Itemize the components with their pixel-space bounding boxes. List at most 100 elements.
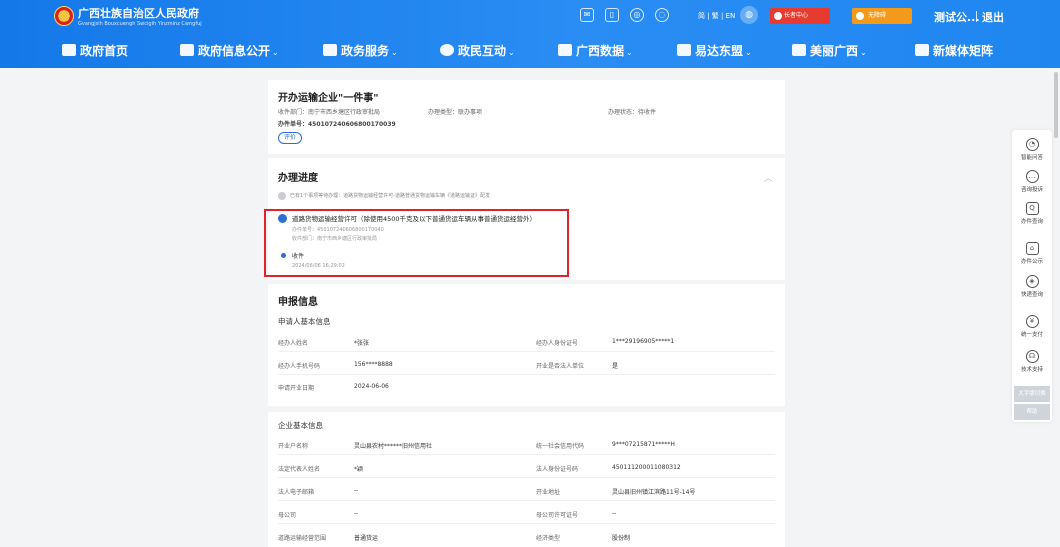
summary-card: 开办运输企业"一件事" 收件部门：南宁市西乡塘区行政审批局 办理类型：联办事项 … bbox=[268, 80, 785, 154]
info-hint-icon bbox=[278, 192, 286, 200]
sidebar-item-label: 办件公示 bbox=[1020, 259, 1043, 265]
weibo-icon[interactable]: ◎ bbox=[630, 8, 644, 22]
field-value: 股份制 bbox=[612, 535, 631, 542]
box-icon: ◈ bbox=[1025, 275, 1039, 288]
mail-icon[interactable]: ✉ bbox=[580, 8, 594, 22]
nav-info-disclosure[interactable]: 政府信息公开 ⌄ bbox=[180, 42, 279, 60]
user-name[interactable]: 测试公... bbox=[934, 9, 980, 25]
chat-icon: … bbox=[1025, 170, 1039, 183]
nav-interaction[interactable]: 政民互动 ⌄ bbox=[440, 42, 515, 60]
chat-bubble-icon bbox=[440, 44, 454, 56]
robot-icon: ◔ bbox=[1025, 138, 1039, 151]
accessibility-icon bbox=[856, 12, 864, 20]
right-toolbar: ◔ 智能问答 … 咨询投诉 Q 办件查询 ⌂ 办件公示 ◈ 快递查询 ¥ 统一支… bbox=[1012, 130, 1052, 422]
field-value: 9***07215871*****H bbox=[612, 441, 675, 448]
help-button[interactable]: 帮助 bbox=[1014, 404, 1050, 420]
header-topbar: 广西壮族自治区人民政府 Gvangjsih Bouxcuengh Swcigih… bbox=[0, 0, 1060, 34]
data-icon bbox=[558, 44, 572, 56]
applicant-section-title: 申请人基本信息 bbox=[278, 317, 331, 326]
sidebar-item-express[interactable]: ◈ 快递查询 bbox=[1012, 275, 1052, 298]
sidebar-item-case-query[interactable]: Q 办件查询 bbox=[1012, 202, 1052, 225]
row-divider bbox=[278, 374, 775, 375]
row-divider bbox=[278, 477, 775, 478]
national-emblem-icon bbox=[54, 6, 74, 26]
nav-asean[interactable]: 易达东盟 ⌄ bbox=[677, 42, 752, 60]
sidebar-item-tech-support[interactable]: ☊ 技术支持 bbox=[1012, 350, 1052, 373]
application-card: 申报信息 申请人基本信息 经办人姓名 *张张 经办人身份证号 1***29196… bbox=[268, 284, 785, 547]
field-value: *张张 bbox=[354, 340, 370, 347]
field-value: -- bbox=[612, 510, 617, 517]
field-value: 156****8888 bbox=[354, 361, 393, 368]
field-label: 开业是否法人单位 bbox=[536, 363, 585, 370]
field-label: 经济类型 bbox=[536, 535, 561, 542]
field-value: 是 bbox=[612, 363, 619, 370]
field-label: 法人身份证号码 bbox=[536, 466, 579, 473]
field-value: 灵山县旧州镇江滨路11号-14号 bbox=[612, 489, 696, 496]
home-icon bbox=[62, 44, 76, 56]
pending-hint: 已有1个事项等待办理：道路货物运输经营许可-道路普通货物运输车辆《道路运输证》配… bbox=[290, 193, 490, 199]
evaluate-button[interactable]: 评价 bbox=[278, 132, 302, 144]
media-icon bbox=[915, 44, 929, 56]
sidebar-item-case-publicity[interactable]: ⌂ 办件公示 bbox=[1012, 242, 1052, 265]
field-value: -- bbox=[354, 510, 359, 517]
section-separator bbox=[268, 406, 785, 412]
nav-guangxi-data[interactable]: 广西数据 ⌄ bbox=[558, 42, 633, 60]
field-value: 灵山县农村******旧州信用社 bbox=[354, 443, 433, 450]
wechat-icon[interactable]: ◌ bbox=[655, 8, 669, 22]
search-doc-icon: Q bbox=[1025, 202, 1039, 215]
info-icon bbox=[180, 44, 194, 56]
language-switch[interactable]: 简 | 繁 | EN bbox=[698, 11, 735, 21]
accessibility-button[interactable]: 无障碍 bbox=[852, 8, 912, 24]
field-value: 2024-06-06 bbox=[354, 383, 389, 390]
elder-icon bbox=[774, 12, 782, 20]
services-icon bbox=[323, 44, 337, 56]
field-value: 450111200011080312 bbox=[612, 464, 681, 471]
progress-title: 办理进度 bbox=[278, 173, 318, 184]
sidebar-item-label: 智能问答 bbox=[1020, 155, 1043, 161]
mobile-icon[interactable]: ▯ bbox=[605, 8, 619, 22]
sidebar-item-payment[interactable]: ¥ 统一支付 bbox=[1012, 315, 1052, 338]
sidebar-item-label: 技术支持 bbox=[1020, 367, 1043, 373]
elder-center-button[interactable]: 长者中心 bbox=[770, 8, 830, 24]
collapse-chevron-icon[interactable]: ︿ bbox=[764, 171, 773, 184]
field-label: 经办人身份证号 bbox=[536, 340, 579, 347]
sidebar-item-label: 咨询投诉 bbox=[1020, 187, 1043, 193]
field-label: 母公司 bbox=[278, 512, 297, 519]
sidebar-item-label: 办件查询 bbox=[1020, 219, 1043, 225]
field-value: -- bbox=[354, 487, 359, 494]
accessibility-label: 无障碍 bbox=[868, 12, 887, 19]
field-label: 经办人姓名 bbox=[278, 340, 309, 347]
row-divider bbox=[278, 454, 775, 455]
sidebar-item-smart-qa[interactable]: ◔ 智能问答 bbox=[1012, 138, 1052, 161]
logout-link[interactable]: 退出 bbox=[982, 9, 1004, 25]
nav-gov-services[interactable]: 政务服务 ⌄ bbox=[323, 42, 398, 60]
asean-icon bbox=[677, 44, 691, 56]
site-title[interactable]: 广西壮族自治区人民政府 bbox=[78, 5, 199, 21]
field-label: 道路运输经营范围 bbox=[278, 535, 327, 542]
handling-type: 办理类型：联办事项 bbox=[428, 109, 483, 116]
nav-new-media[interactable]: 新媒体矩阵 bbox=[915, 42, 993, 60]
field-label: 法定代表人姓名 bbox=[278, 466, 321, 473]
page-scrollbar[interactable] bbox=[1054, 72, 1058, 138]
yen-icon: ¥ bbox=[1025, 315, 1039, 328]
row-divider bbox=[278, 500, 775, 501]
site-subtitle: Gvangjsih Bouxcuengh Swcigih Yinzminz Cw… bbox=[78, 21, 202, 27]
nav-home[interactable]: 政府首页 bbox=[62, 42, 128, 60]
globe-icon[interactable]: ◍ bbox=[740, 6, 758, 24]
home-icon: ⌂ bbox=[1025, 242, 1039, 255]
company-section-title: 企业基本信息 bbox=[278, 421, 323, 430]
case-title: 开办运输企业"一件事" bbox=[278, 93, 379, 104]
field-value: 普通货运 bbox=[354, 535, 379, 542]
row-divider bbox=[278, 523, 775, 524]
large-font-button[interactable]: 大字版切换 bbox=[1014, 386, 1050, 402]
field-label: 母公司许可证号 bbox=[536, 512, 579, 519]
sidebar-item-label: 快递查询 bbox=[1020, 292, 1043, 298]
mountain-icon bbox=[792, 44, 806, 56]
field-label: 统一社会信用代码 bbox=[536, 443, 585, 450]
nav-beautiful-guangxi[interactable]: 美丽广西 ⌄ bbox=[792, 42, 867, 60]
application-title: 申报信息 bbox=[278, 297, 318, 308]
field-label: 法人电子邮箱 bbox=[278, 489, 315, 496]
highlight-box bbox=[264, 209, 569, 277]
sidebar-item-consult[interactable]: … 咨询投诉 bbox=[1012, 170, 1052, 193]
field-value: 1***29196905*****1 bbox=[612, 338, 675, 345]
